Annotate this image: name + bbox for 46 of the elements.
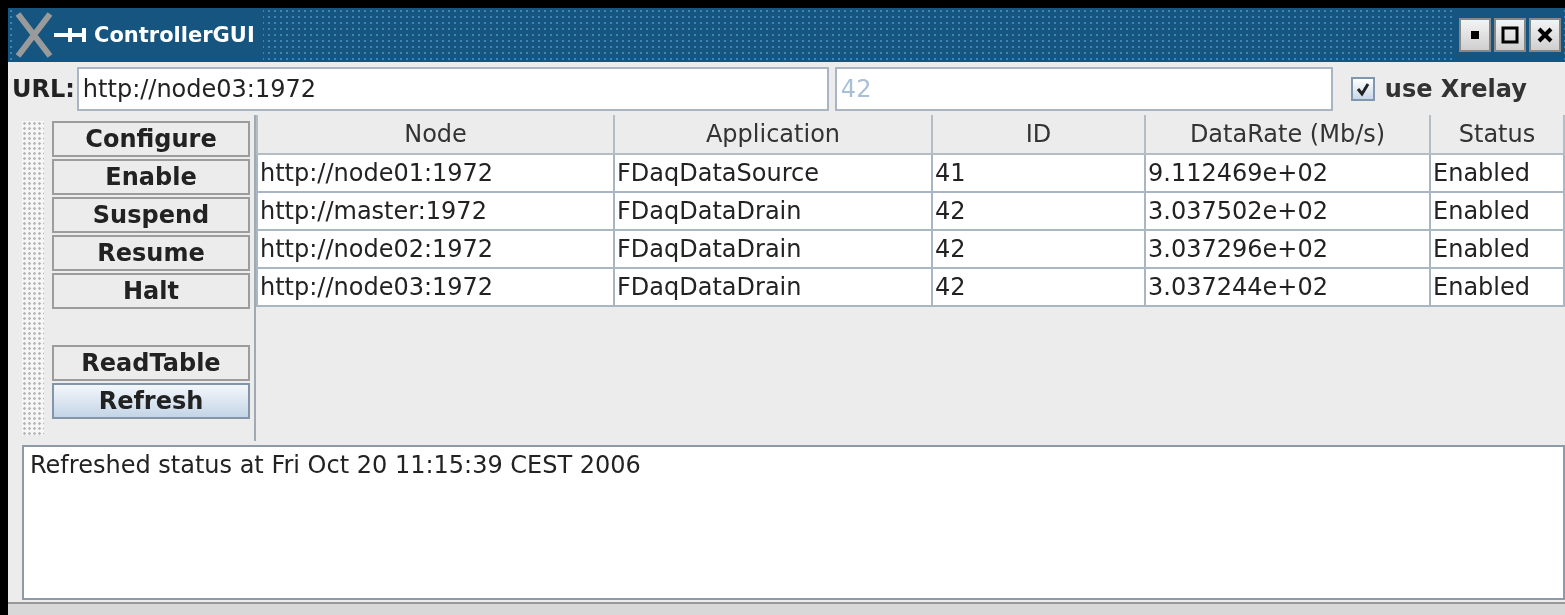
table-cell: 3.037244e+02 bbox=[1145, 268, 1430, 306]
table-cell: FDaqDataDrain bbox=[614, 230, 932, 268]
command-button[interactable]: Suspend bbox=[52, 197, 250, 233]
table-cell: Enabled bbox=[1430, 230, 1564, 268]
table-cell: 3.037296e+02 bbox=[1145, 230, 1430, 268]
command-button[interactable]: Refresh bbox=[52, 383, 250, 419]
column-header[interactable]: Application bbox=[614, 115, 932, 154]
maximize-icon bbox=[1500, 25, 1520, 45]
checkbox[interactable] bbox=[1350, 76, 1375, 101]
table-cell: http://node01:1972 bbox=[257, 154, 614, 192]
table-cell: 42 bbox=[932, 268, 1145, 306]
x-logo-icon bbox=[14, 12, 54, 58]
close-button[interactable] bbox=[1529, 18, 1561, 52]
log-text: Refreshed status at Fri Oct 20 11:15:39 CEST 2006 bbox=[29, 450, 642, 481]
checkbox-label: use Xrelay bbox=[1384, 74, 1527, 103]
table-cell: http://node02:1972 bbox=[257, 230, 614, 268]
command-button[interactable]: Enable bbox=[52, 159, 250, 195]
table-cell: 9.112469e+02 bbox=[1145, 154, 1430, 192]
command-button[interactable]: Configure bbox=[52, 121, 250, 157]
close-icon bbox=[1535, 25, 1555, 45]
url-label: URL: bbox=[12, 74, 75, 103]
toolbar-grip[interactable] bbox=[22, 121, 44, 435]
table-cell: Enabled bbox=[1430, 154, 1564, 192]
command-button[interactable]: ReadTable bbox=[52, 345, 250, 381]
column-header[interactable]: DataRate (Mb/s) bbox=[1145, 115, 1430, 154]
table-cell: FDaqDataDrain bbox=[614, 268, 932, 306]
table-cell: Enabled bbox=[1430, 192, 1564, 230]
table-cell: FDaqDataDrain bbox=[614, 192, 932, 230]
column-header[interactable]: Node bbox=[257, 115, 614, 154]
table-cell: http://node03:1972 bbox=[257, 268, 614, 306]
maximize-button[interactable] bbox=[1494, 18, 1526, 52]
window-title: ControllerGUI bbox=[94, 23, 255, 47]
table-cell: Enabled bbox=[1430, 268, 1564, 306]
pin-icon[interactable] bbox=[54, 25, 88, 45]
command-button[interactable]: Halt bbox=[52, 273, 250, 309]
table-cell: http://master:1972 bbox=[257, 192, 614, 230]
table-cell: FDaqDataSource bbox=[614, 154, 932, 192]
column-header[interactable]: ID bbox=[932, 115, 1145, 154]
table-cell: 42 bbox=[932, 230, 1145, 268]
minimize-button[interactable] bbox=[1459, 18, 1491, 52]
url-field[interactable]: http://node03:1972 bbox=[76, 66, 829, 111]
command-button[interactable]: Resume bbox=[52, 235, 250, 271]
column-header[interactable]: Status bbox=[1430, 115, 1564, 154]
table-cell: 42 bbox=[932, 192, 1145, 230]
table-cell: 3.037502e+02 bbox=[1145, 192, 1430, 230]
table-cell: 41 bbox=[932, 154, 1145, 192]
